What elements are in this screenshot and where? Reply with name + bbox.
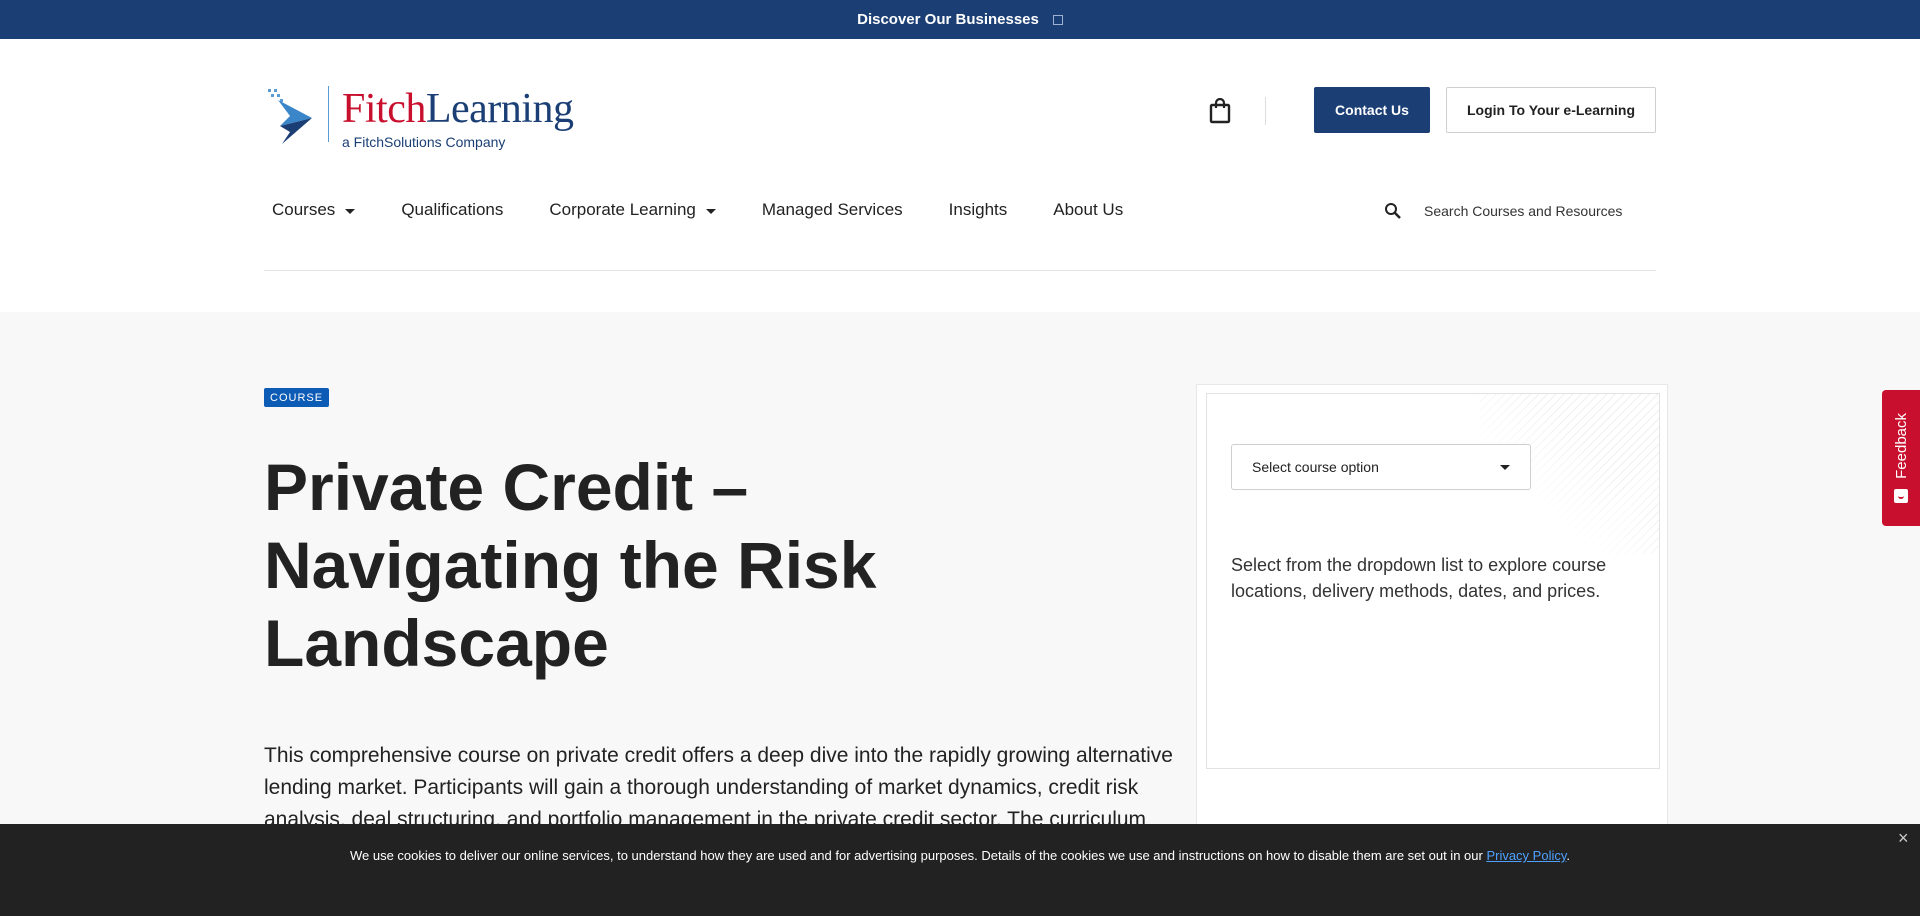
nav-item-insights[interactable]: Insights bbox=[949, 200, 1008, 220]
logo-tagline: a FitchSolutions Company bbox=[342, 134, 506, 150]
chevron-down-icon bbox=[1500, 464, 1510, 470]
header-separator bbox=[264, 270, 1656, 271]
nav-item-courses[interactable]: Courses bbox=[272, 200, 356, 220]
logo-wordmark: FitchLearning bbox=[342, 86, 574, 132]
top-announcement-bar[interactable]: Discover Our Businesses bbox=[0, 0, 1920, 39]
nav-item-corporate-learning[interactable]: Corporate Learning bbox=[549, 200, 716, 220]
chevron-down-icon bbox=[345, 208, 356, 214]
nav-item-qualifications[interactable]: Qualifications bbox=[401, 200, 503, 220]
cookie-banner: We use cookies to deliver our online ser… bbox=[0, 824, 1920, 916]
search-input[interactable] bbox=[1424, 203, 1644, 219]
header-divider bbox=[1265, 97, 1266, 125]
site-header: FitchLearning a FitchSolutions Company C… bbox=[0, 39, 1920, 312]
close-icon[interactable]: × bbox=[1898, 828, 1909, 849]
cookie-message: We use cookies to deliver our online ser… bbox=[349, 848, 1571, 863]
feedback-label: Feedback bbox=[1892, 413, 1910, 479]
nav-item-about-us[interactable]: About Us bbox=[1053, 200, 1123, 220]
course-options-card: Select course option Select from the dro… bbox=[1206, 393, 1660, 769]
feedback-tab[interactable]: Feedback bbox=[1882, 390, 1920, 526]
nav-item-managed-services[interactable]: Managed Services bbox=[762, 200, 903, 220]
privacy-policy-link[interactable]: Privacy Policy bbox=[1486, 848, 1566, 863]
course-option-help-text: Select from the dropdown list to explore… bbox=[1231, 555, 1607, 601]
contact-us-button[interactable]: Contact Us bbox=[1314, 87, 1430, 133]
course-option-select-label: Select course option bbox=[1252, 459, 1379, 475]
course-option-select[interactable]: Select course option bbox=[1231, 444, 1531, 490]
content-type-badge: COURSE bbox=[264, 388, 330, 407]
discover-businesses-link[interactable]: Discover Our Businesses bbox=[857, 11, 1039, 28]
site-search bbox=[1384, 197, 1654, 225]
shopping-bag-icon[interactable] bbox=[1209, 98, 1231, 124]
chevron-down-icon bbox=[705, 208, 716, 214]
fitch-learning-logo[interactable]: FitchLearning a FitchSolutions Company bbox=[266, 86, 574, 156]
external-link-icon bbox=[1052, 14, 1063, 25]
login-elearning-button[interactable]: Login To Your e-Learning bbox=[1446, 87, 1656, 133]
logo-chevron-icon bbox=[268, 89, 312, 144]
page-title: Private Credit – Navigating the Risk Lan… bbox=[264, 450, 877, 680]
logo-divider bbox=[328, 86, 329, 142]
smiley-icon bbox=[1894, 488, 1908, 503]
search-icon[interactable] bbox=[1384, 202, 1402, 220]
main-navigation: Courses Qualifications Corporate Learnin… bbox=[272, 200, 1169, 220]
